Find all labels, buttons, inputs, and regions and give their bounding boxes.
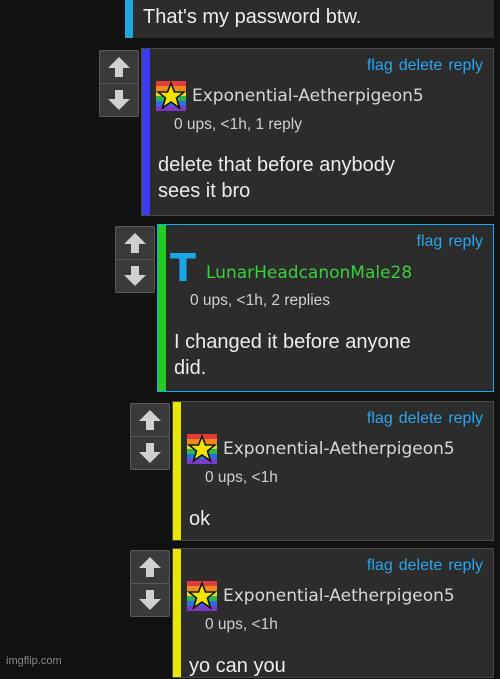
arrow-down-icon <box>124 266 146 286</box>
comment-body: delete that before anybody sees it bro <box>158 154 395 202</box>
comment-card: flag delete reply Exponential-Aetherpigeon… <box>172 548 494 678</box>
comment-body: ok <box>189 508 211 530</box>
comment-accent-bar <box>158 225 166 391</box>
top-comment-card: That's my password btw. <box>125 0 494 38</box>
vote-controls <box>115 226 155 293</box>
comment-meta: 0 ups, <1h <box>205 469 278 486</box>
delete-link[interactable]: delete <box>399 57 443 74</box>
username-link[interactable]: Exponential-Aetherpigeon5 <box>223 439 455 459</box>
upvote-button[interactable] <box>100 51 138 83</box>
comment-card-highlighted: flag reply T LunarHeadcanonMale28 0 ups, … <box>157 224 494 392</box>
username-link[interactable]: Exponential-Aetherpigeon5 <box>223 586 455 606</box>
reply-link[interactable]: reply <box>448 57 483 74</box>
comment-card: flag delete reply Exponential-Aetherpigeon… <box>172 401 494 541</box>
star-rainbow-avatar-icon[interactable] <box>187 581 217 611</box>
flag-link[interactable]: flag <box>367 557 393 574</box>
vote-controls <box>130 403 170 470</box>
comment-accent-bar <box>142 49 150 215</box>
comment-actions: flag delete reply <box>361 57 483 75</box>
downvote-button[interactable] <box>100 83 138 116</box>
flag-link[interactable]: flag <box>417 233 443 250</box>
delete-link[interactable]: delete <box>399 410 443 427</box>
delete-link[interactable]: delete <box>399 557 443 574</box>
upvote-button[interactable] <box>131 404 169 436</box>
arrow-down-icon <box>139 443 161 463</box>
watermark: imgflip.com <box>6 655 62 667</box>
arrow-down-icon <box>108 90 130 110</box>
comment-body: yo can you <box>189 655 286 677</box>
comment-card: flag delete reply Exponential-Aetherpigeon… <box>141 48 494 216</box>
comment-meta: 0 ups, <1h, 1 reply <box>174 116 302 133</box>
comment-meta: 0 ups, <1h <box>205 616 278 633</box>
downvote-button[interactable] <box>131 436 169 469</box>
comment-actions: flag reply <box>411 233 483 251</box>
flag-link[interactable]: flag <box>367 57 393 74</box>
star-rainbow-avatar-icon[interactable] <box>187 434 217 464</box>
upvote-button[interactable] <box>116 227 154 259</box>
arrow-down-icon <box>139 590 161 610</box>
flag-link[interactable]: flag <box>367 410 393 427</box>
username-link[interactable]: LunarHeadcanonMale28 <box>206 263 412 283</box>
comment-accent-bar <box>173 549 181 677</box>
star-rainbow-avatar-icon[interactable] <box>156 81 186 111</box>
upvote-button[interactable] <box>131 551 169 583</box>
comment-body: I changed it before anyone did. <box>174 331 411 379</box>
comment-actions: flag delete reply <box>361 557 483 575</box>
arrow-up-icon <box>139 557 161 577</box>
comment-accent-bar <box>173 402 181 540</box>
comment-accent-bar <box>125 0 133 38</box>
downvote-button[interactable] <box>131 583 169 616</box>
reply-link[interactable]: reply <box>448 557 483 574</box>
comment-actions: flag delete reply <box>361 410 483 428</box>
arrow-up-icon <box>108 57 130 77</box>
arrow-up-icon <box>124 233 146 253</box>
reply-link[interactable]: reply <box>448 233 483 250</box>
reply-link[interactable]: reply <box>448 410 483 427</box>
letter-t-avatar[interactable]: T <box>170 249 200 287</box>
downvote-button[interactable] <box>116 259 154 292</box>
comment-body: That's my password btw. <box>143 6 362 28</box>
arrow-up-icon <box>139 410 161 430</box>
comment-meta: 0 ups, <1h, 2 replies <box>190 292 331 309</box>
vote-controls <box>99 50 139 117</box>
username-link[interactable]: Exponential-Aetherpigeon5 <box>192 86 424 106</box>
vote-controls <box>130 550 170 617</box>
